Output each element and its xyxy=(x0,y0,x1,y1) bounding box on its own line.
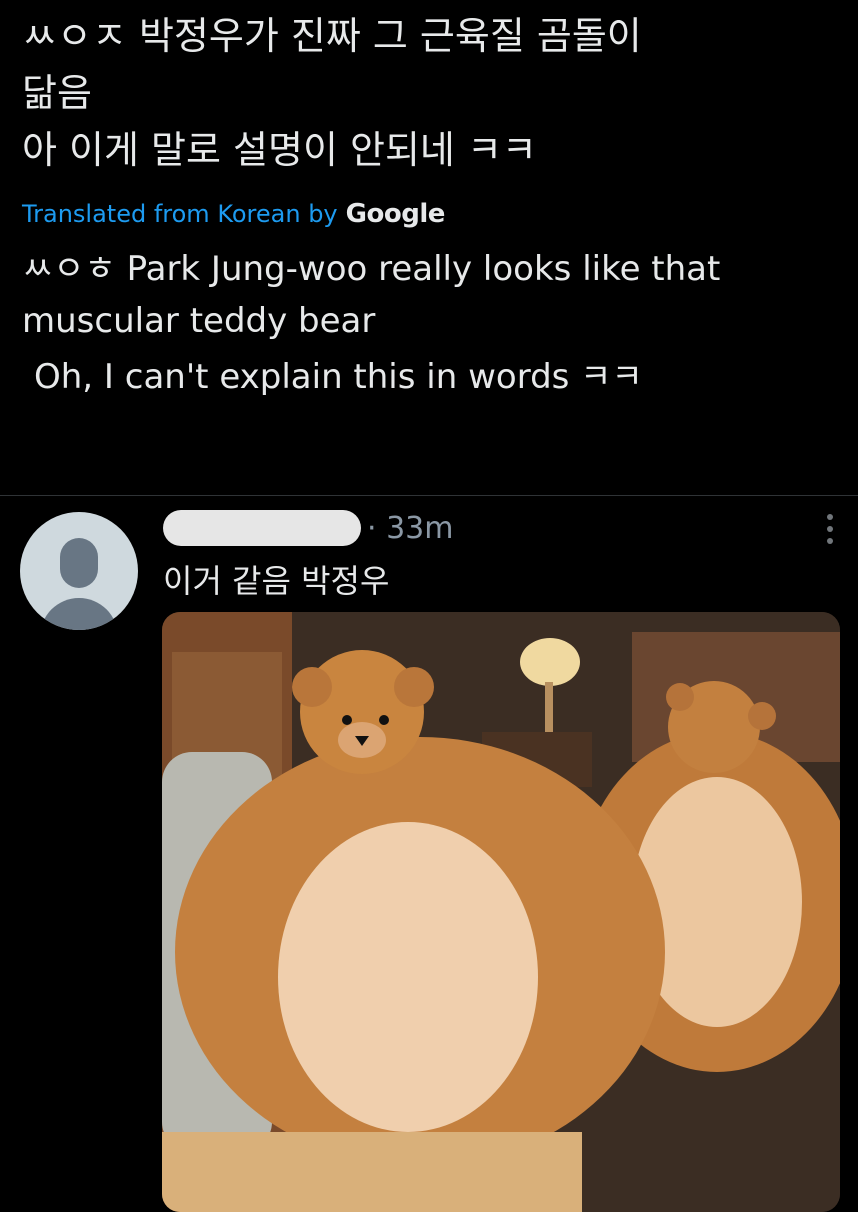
google-logo: Google xyxy=(345,199,446,229)
original-line: 아 이게 말로 설명이 안되네 ㅋㅋ xyxy=(22,128,537,172)
tweet-content: ㅆㅇㅈ 박정우가 진짜 그 근육질 곰돌이 닮음 아 이게 말로 설명이 안되네… xyxy=(22,8,842,403)
translation-line: ㅆㅇㅎ Park Jung-woo really looks like that xyxy=(22,249,721,289)
reply-text: 이거 같음 박정우 xyxy=(163,562,390,600)
translated-text: ㅆㅇㅎ Park Jung-woo really looks like that… xyxy=(22,243,842,403)
original-line: ㅆㅇㅈ 박정우가 진짜 그 근육질 곰돌이 xyxy=(22,14,642,58)
divider xyxy=(0,495,858,496)
timestamp[interactable]: · 33m xyxy=(367,511,453,546)
redacted-username[interactable] xyxy=(163,510,361,546)
original-line: 닮음 xyxy=(22,71,92,115)
teddy-bear-photo[interactable] xyxy=(162,612,840,1212)
teddy-bear-illustration xyxy=(162,612,840,1212)
translation-line: muscular teddy bear xyxy=(22,301,376,341)
default-avatar-icon[interactable] xyxy=(20,512,138,630)
more-options-icon[interactable] xyxy=(826,514,834,544)
translation-line: Oh, I can't explain this in words ㅋㅋ xyxy=(34,357,643,397)
translation-attribution[interactable]: Translated from Korean by Google xyxy=(22,199,842,229)
original-text: ㅆㅇㅈ 박정우가 진짜 그 근육질 곰돌이 닮음 아 이게 말로 설명이 안되네… xyxy=(22,8,842,179)
translated-label[interactable]: Translated from Korean by xyxy=(22,200,338,228)
reply-meta: · 33m xyxy=(163,510,453,546)
